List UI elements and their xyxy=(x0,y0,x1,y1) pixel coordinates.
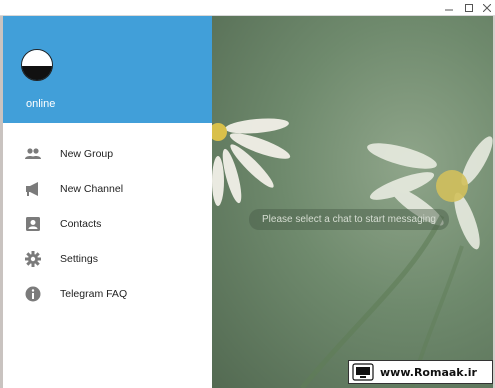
menu-item-settings[interactable]: Settings xyxy=(3,241,212,276)
drawer-menu: New Group New Channel Contacts Settings … xyxy=(3,136,212,311)
menu-item-new-channel[interactable]: New Channel xyxy=(3,171,212,206)
watermark-text: www.Romaak.ir xyxy=(380,365,477,379)
daisy-wallpaper xyxy=(212,118,493,388)
close-icon xyxy=(483,4,491,12)
megaphone-icon xyxy=(24,180,42,198)
avatar[interactable] xyxy=(21,49,53,81)
side-drawer: online New Group New Channel Contacts Se… xyxy=(3,16,212,388)
info-icon xyxy=(24,285,42,303)
watermark: www.Romaak.ir xyxy=(348,360,493,384)
menu-item-label: Contacts xyxy=(60,217,102,230)
menu-item-label: Telegram FAQ xyxy=(60,287,128,300)
minimize-icon xyxy=(445,9,453,11)
contact-card-icon xyxy=(24,215,42,233)
avatar-icon xyxy=(22,50,52,80)
menu-item-new-group[interactable]: New Group xyxy=(3,136,212,171)
maximize-button[interactable] xyxy=(461,1,477,15)
menu-item-label: New Group xyxy=(60,147,114,160)
user-status: online xyxy=(26,98,56,110)
window-titlebar xyxy=(0,0,495,16)
romaak-logo-icon xyxy=(352,363,374,381)
empty-chat-message: Please select a chat to start messaging xyxy=(249,209,449,230)
menu-item-telegram-faq[interactable]: Telegram FAQ xyxy=(3,276,212,311)
maximize-icon xyxy=(465,4,473,12)
menu-item-contacts[interactable]: Contacts xyxy=(3,206,212,241)
chat-background xyxy=(212,16,493,388)
gear-icon xyxy=(24,250,42,268)
minimize-button[interactable] xyxy=(441,1,457,15)
group-icon xyxy=(24,145,42,163)
drawer-header: online xyxy=(3,16,212,123)
menu-item-label: Settings xyxy=(60,252,98,265)
close-button[interactable] xyxy=(479,1,495,15)
menu-item-label: New Channel xyxy=(60,182,124,195)
